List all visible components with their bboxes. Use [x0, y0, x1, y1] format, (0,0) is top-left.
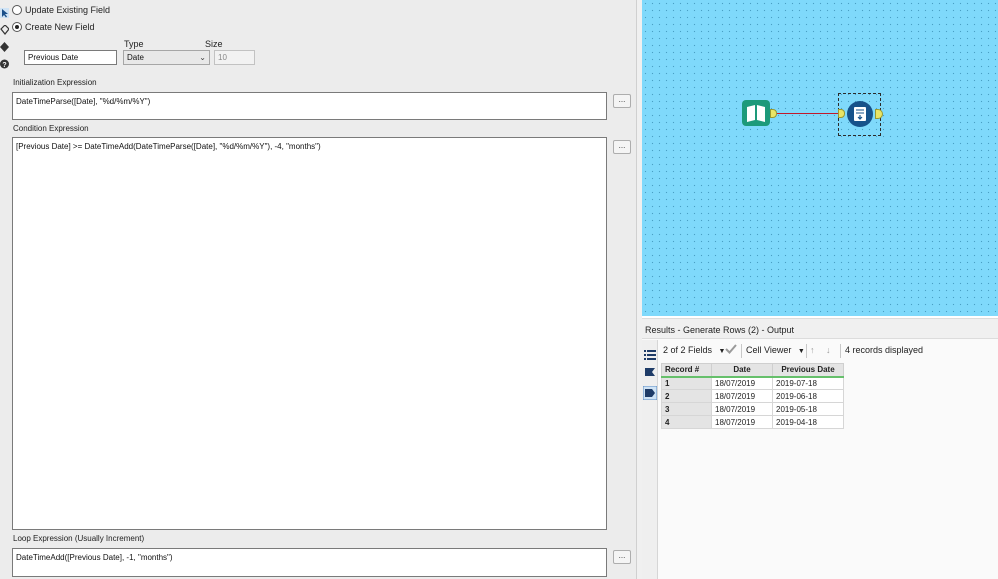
workflow-canvas[interactable]: [642, 0, 998, 316]
toolbar-separator: [806, 344, 807, 358]
tool-connection-line[interactable]: [777, 113, 839, 114]
column-header-record[interactable]: Record #: [661, 363, 712, 378]
loop-expression-button[interactable]: ...: [613, 550, 631, 564]
record-number-cell[interactable]: 4: [661, 415, 712, 429]
loop-expression-label: Loop Expression (Usually Increment): [13, 534, 145, 543]
table-header-row: Record # Date Previous Date: [661, 363, 844, 378]
field-name-input[interactable]: Previous Date: [24, 50, 117, 65]
flag-icon[interactable]: [644, 367, 656, 379]
condition-expression-button[interactable]: ...: [613, 140, 631, 154]
fields-selector[interactable]: 2 of 2 Fields ▼: [663, 345, 725, 355]
type-select-value: Date: [127, 53, 144, 62]
tag-filled-icon[interactable]: [642, 385, 658, 401]
column-header-date[interactable]: Date: [711, 363, 773, 378]
record-number-cell[interactable]: 2: [661, 389, 712, 403]
input-tool-output-anchor[interactable]: [770, 109, 777, 118]
loop-expression-editor[interactable]: DateTimeAdd([Previous Date], -1, "months…: [12, 548, 607, 577]
create-new-radio[interactable]: [12, 22, 22, 32]
chevron-down-icon: ⌄: [199, 53, 206, 62]
book-icon: [747, 105, 765, 122]
results-side-toolbar: [642, 340, 658, 579]
update-existing-label: Update Existing Field: [25, 5, 111, 15]
date-cell[interactable]: 18/07/2019: [711, 415, 773, 429]
toolbar-separator: [741, 344, 742, 358]
record-number-cell[interactable]: 1: [661, 376, 712, 390]
create-new-field-option[interactable]: Create New Field: [12, 22, 95, 32]
create-new-label: Create New Field: [25, 22, 95, 32]
type-select[interactable]: Date ⌄: [123, 50, 210, 65]
results-panel: Results - Generate Rows (2) - Output 2 o…: [642, 318, 998, 579]
cell-viewer-dropdown[interactable]: Cell Viewer ▼: [746, 345, 805, 355]
pointer-icon[interactable]: [0, 8, 9, 18]
update-existing-radio[interactable]: [12, 5, 22, 15]
cell-viewer-label: Cell Viewer: [746, 345, 792, 355]
arrow-down-icon[interactable]: ↓: [826, 345, 831, 355]
results-title: Results - Generate Rows (2) - Output: [645, 325, 795, 335]
results-table: Record # Date Previous Date 1 18/07/2019…: [661, 363, 844, 429]
records-displayed-count: 4 records displayed: [845, 345, 924, 355]
update-existing-field-option[interactable]: Update Existing Field: [12, 5, 110, 15]
initialization-expression-label: Initialization Expression: [13, 78, 97, 87]
type-label: Type: [124, 39, 144, 49]
initialization-expression-editor[interactable]: DateTimeParse([Date], "%d/%m/%Y"): [12, 92, 607, 120]
generate-rows-input-anchor[interactable]: [838, 109, 845, 118]
previous-date-cell[interactable]: 2019-07-18: [772, 376, 844, 390]
input-data-tool[interactable]: [742, 100, 770, 126]
results-header: Results - Generate Rows (2) - Output: [642, 318, 998, 339]
toolbar-separator: [840, 344, 841, 358]
previous-date-cell[interactable]: 2019-04-18: [772, 415, 844, 429]
column-header-previous-date[interactable]: Previous Date: [772, 363, 844, 378]
arrow-up-icon[interactable]: ↑: [810, 345, 815, 355]
table-row[interactable]: 4 18/07/2019 2019-04-18: [661, 415, 844, 429]
fields-selector-label: 2 of 2 Fields: [663, 345, 713, 355]
generate-rows-icon: [854, 107, 866, 121]
date-cell[interactable]: 18/07/2019: [711, 402, 773, 416]
condition-expression-label: Condition Expression: [13, 124, 89, 133]
help-icon[interactable]: ?: [0, 59, 9, 69]
diamond-icon[interactable]: [0, 42, 9, 52]
record-number-cell[interactable]: 3: [661, 402, 712, 416]
results-toolbar: 2 of 2 Fields ▼ Cell Viewer ▼ ↑ ↓ 4 reco…: [658, 341, 998, 361]
initialization-expression-button[interactable]: ...: [613, 94, 631, 108]
date-cell[interactable]: 18/07/2019: [711, 376, 773, 390]
svg-text:?: ?: [2, 62, 6, 69]
chevron-down-icon: ▼: [797, 348, 805, 355]
previous-date-cell[interactable]: 2019-06-18: [772, 389, 844, 403]
date-cell[interactable]: 18/07/2019: [711, 389, 773, 403]
config-side-toolbar: ?: [0, 8, 10, 76]
table-row[interactable]: 3 18/07/2019 2019-05-18: [661, 402, 844, 416]
size-label: Size: [205, 39, 223, 49]
previous-date-cell[interactable]: 2019-05-18: [772, 402, 844, 416]
condition-expression-editor[interactable]: [Previous Date] >= DateTimeAdd(DateTimeP…: [12, 137, 607, 530]
table-row[interactable]: 1 18/07/2019 2019-07-18: [661, 376, 844, 390]
table-row[interactable]: 2 18/07/2019 2019-06-18: [661, 389, 844, 403]
list-icon[interactable]: [644, 349, 656, 361]
checkmark-icon[interactable]: [725, 343, 737, 357]
generate-rows-tool[interactable]: [847, 101, 873, 127]
configuration-panel: ? Update Existing Field Create New Field…: [0, 0, 636, 579]
tag-icon[interactable]: [0, 25, 9, 35]
size-input[interactable]: 10: [214, 50, 255, 65]
